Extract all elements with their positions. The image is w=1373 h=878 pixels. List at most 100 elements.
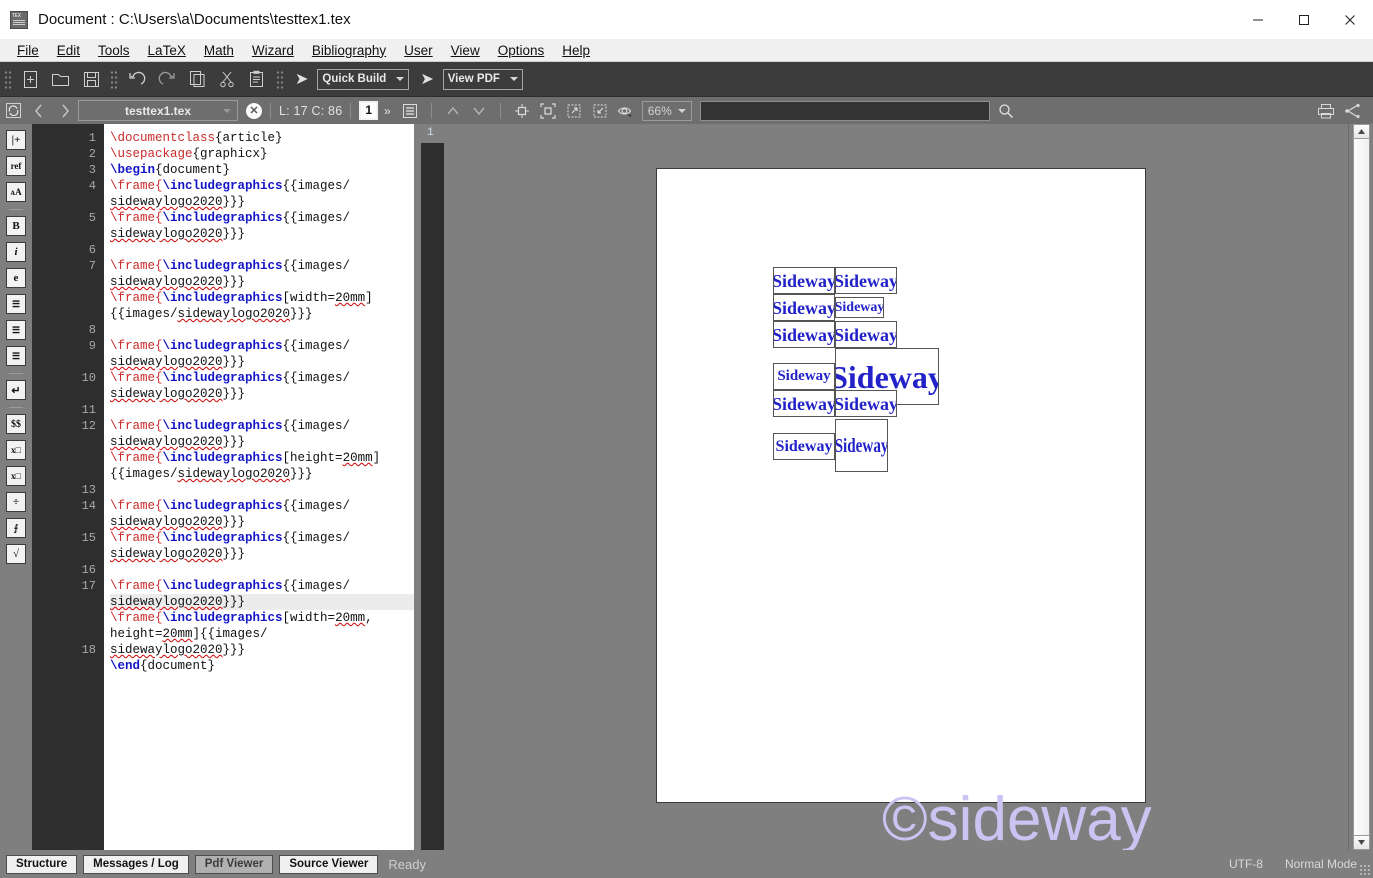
scrollbar-thumb[interactable] [1352,139,1370,835]
magnifier-eye-icon[interactable] [613,99,639,122]
panel-button-structure[interactable]: Structure [6,854,78,874]
fraction-icon[interactable]: ÷ [6,492,26,512]
font-size-icon[interactable]: ᴀA [6,182,26,202]
code-area[interactable]: \documentclass{article} \usepackage{graph… [104,124,414,850]
code-line[interactable]: sidewaylogo2020}}} [110,642,414,658]
code-line[interactable]: \documentclass{article} [110,130,414,146]
search-icon[interactable] [993,99,1019,122]
code-line[interactable]: {{images/sidewaylogo2020}}} [110,466,414,482]
code-line[interactable]: \frame{\includegraphics{{images/ [110,210,414,226]
code-line[interactable]: \frame{\includegraphics{{images/ [110,578,414,594]
code-line[interactable]: sidewaylogo2020}}} [110,514,414,530]
code-line[interactable]: \frame{\includegraphics{{images/ [110,258,414,274]
italic-icon[interactable]: i [6,242,26,262]
code-line[interactable]: \end{document} [110,658,414,674]
toolbar-grip[interactable] [3,69,13,89]
split-view-icon[interactable] [1339,99,1365,122]
close-button[interactable] [1327,0,1373,39]
reference-icon[interactable]: ref [6,156,26,176]
source-editor[interactable]: 1 2 3 4 5 6 7 8 9 10 11 12 13 14 15 16 17 18 \documentcla… [32,124,414,850]
newline-icon[interactable]: ↵ [6,380,26,400]
menu-item-user[interactable]: User [395,41,442,60]
code-line[interactable]: height=20mm]{{images/ [110,626,414,642]
code-line[interactable]: \begin{document} [110,162,414,178]
code-line[interactable]: sidewaylogo2020}}} [110,386,414,402]
code-line[interactable]: \frame{\includegraphics{{images/ [110,178,414,194]
undo-icon[interactable] [123,66,151,92]
redo-icon[interactable] [153,66,181,92]
close-document-icon[interactable]: ✕ [246,102,262,119]
code-line[interactable] [110,322,414,338]
code-line[interactable]: sidewaylogo2020}}} [110,226,414,242]
code-line[interactable]: sidewaylogo2020}}} [110,194,414,210]
code-line[interactable]: \frame{\includegraphics{{images/ [110,338,414,354]
minimize-button[interactable] [1235,0,1281,39]
align-left-icon[interactable]: ☰ [6,294,26,314]
insert-icon[interactable]: |+ [6,130,26,150]
menu-item-edit[interactable]: Edit [48,41,89,60]
menu-item-math[interactable]: Math [195,41,243,60]
view-profile-select[interactable]: View PDF [442,68,523,90]
code-line[interactable] [110,402,414,418]
fit-page-icon[interactable] [509,99,535,122]
panel-button-source-viewer[interactable]: Source Viewer [279,854,379,874]
toolbar-grip-2[interactable] [109,69,119,89]
maximize-button[interactable] [1281,0,1327,39]
code-line[interactable]: sidewaylogo2020}}} [110,594,414,610]
code-line[interactable] [110,562,414,578]
subscript-icon[interactable]: x□ [6,440,26,460]
print-icon[interactable] [1313,99,1339,122]
scroll-up-icon[interactable] [440,99,466,122]
emphasis-icon[interactable]: e [6,268,26,288]
code-line[interactable]: sidewaylogo2020}}} [110,274,414,290]
paste-icon[interactable] [243,66,271,92]
view-run-icon[interactable]: ➤ [420,69,433,89]
menu-item-view[interactable]: View [442,41,489,60]
back-button[interactable] [26,99,52,122]
superscript-icon[interactable]: x□ [6,466,26,486]
fit-window-icon[interactable] [535,99,561,122]
scroll-down-arrow-icon[interactable] [1352,835,1370,850]
double-chevron-right-icon[interactable]: » [384,104,391,118]
forward-button[interactable] [52,99,78,122]
page-number-field[interactable]: 1 [359,101,379,120]
code-line[interactable]: sidewaylogo2020}}} [110,354,414,370]
open-folder-icon[interactable] [47,66,75,92]
pdf-viewer-pane[interactable]: Sideway Sideway Sideway Sideway Sideway Sidew… [454,124,1348,850]
search-input[interactable] [699,100,990,121]
save-icon[interactable] [77,66,105,92]
code-line[interactable]: \usepackage{graphicx} [110,146,414,162]
math-mode-icon[interactable]: $$ [6,414,26,434]
code-line[interactable]: \frame{\includegraphics[height=20mm] [110,450,414,466]
fit-width-icon[interactable] [561,99,587,122]
code-line[interactable]: \frame{\includegraphics{{images/ [110,418,414,434]
fit-text-icon[interactable] [587,99,613,122]
status-edit-mode[interactable]: Normal Mode [1285,857,1357,871]
resize-grip[interactable] [1359,864,1371,876]
panel-button-messages-log[interactable]: Messages / Log [83,854,189,874]
status-encoding[interactable]: UTF-8 [1229,857,1263,871]
dfrac-icon[interactable]: ⨍ [6,518,26,538]
panel-button-pdf-viewer[interactable]: Pdf Viewer [194,854,274,874]
scroll-down-icon[interactable] [466,99,492,122]
menu-item-bibliography[interactable]: Bibliography [303,41,395,60]
code-line[interactable]: {{images/sidewaylogo2020}}} [110,306,414,322]
copy-icon[interactable] [183,66,211,92]
build-profile-select[interactable]: Quick Build [317,68,410,90]
toc-icon[interactable] [397,99,423,122]
menu-item-tools[interactable]: Tools [89,41,139,60]
code-line[interactable]: \frame{\includegraphics{{images/ [110,498,414,514]
scroll-up-arrow-icon[interactable] [1352,124,1370,139]
code-line[interactable] [110,242,414,258]
code-line[interactable]: \frame{\includegraphics{{images/ [110,370,414,386]
file-select[interactable]: testtex1.tex [78,100,238,121]
bold-icon[interactable]: B [6,216,26,236]
align-center-icon[interactable]: ☰ [6,320,26,340]
menu-item-latex[interactable]: LaTeX [139,41,195,60]
code-line[interactable]: \frame{\includegraphics[width=20mm] [110,290,414,306]
new-file-icon[interactable] [17,66,45,92]
code-line[interactable]: \frame{\includegraphics{{images/ [110,530,414,546]
refresh-icon[interactable] [0,99,26,122]
cut-icon[interactable] [213,66,241,92]
code-line[interactable]: sidewaylogo2020}}} [110,434,414,450]
